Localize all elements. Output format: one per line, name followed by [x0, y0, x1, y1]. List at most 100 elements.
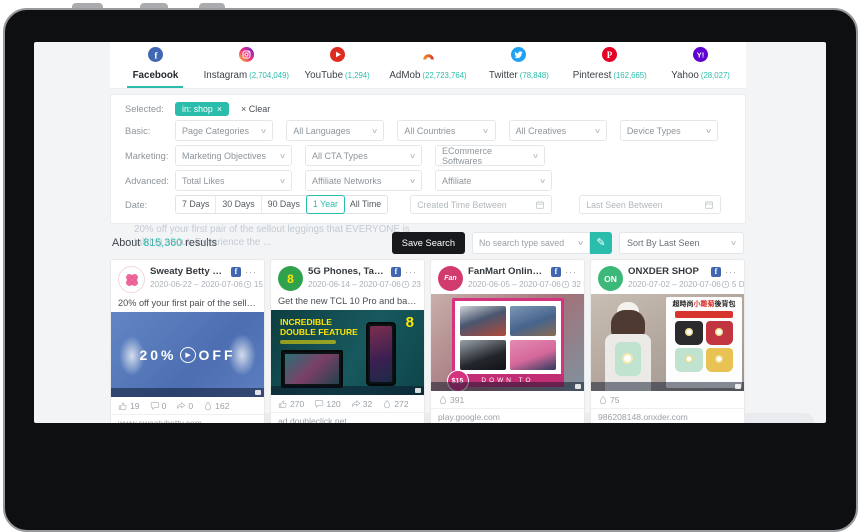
date-range-30-days[interactable]: 30 Days [216, 196, 261, 213]
select-languages[interactable]: All Languages∨ [286, 120, 384, 141]
filter-panel: Selected: in: shop× × Clear Basic: Page … [110, 94, 746, 224]
date-label: Date: [125, 200, 175, 210]
creative-headline: INCREDIBLE DOUBLE FEATURE [280, 318, 360, 337]
tab-pinterest[interactable]: P Pinterest(162,665) [564, 42, 655, 88]
date-range-90-days[interactable]: 90 Days [262, 196, 307, 213]
ad-domain[interactable]: www.sweatybetty.com [111, 415, 264, 423]
results-suffix: results [185, 237, 217, 249]
ad-creative-video[interactable]: 20% ▶ OFF [111, 312, 264, 397]
more-icon[interactable]: ··· [245, 269, 257, 275]
tab-yahoo[interactable]: Y! Yahoo(28,027) [655, 42, 746, 88]
chevron-down-icon: ∨ [532, 152, 539, 160]
ad-results-grid: Sweaty Betty London | Wom... f ··· 2020-… [110, 259, 746, 423]
tab-instagram[interactable]: Instagram(2,704,049) [201, 42, 292, 88]
results-bar: About 815,360 results Save Search No sea… [112, 231, 744, 254]
clock-icon [721, 280, 730, 289]
date-range-7-days[interactable]: 7 Days [176, 196, 216, 213]
saved-search-select[interactable]: No search type saved∨ [472, 232, 590, 254]
select-cta-types[interactable]: All CTA Types∨ [305, 145, 422, 166]
date-range: 2020-07-02 – 2020-07-06 [628, 280, 721, 289]
advertiser-name[interactable]: Sweaty Betty London | Wom... [150, 266, 227, 277]
ad-domain[interactable]: 986208148.onxder.com [591, 409, 744, 422]
headline-part: 超時尚 [673, 301, 694, 308]
advertiser-avatar[interactable]: ON [598, 266, 623, 291]
tab-count: (22,723,764) [422, 71, 466, 80]
tab-label: AdMob [389, 70, 420, 81]
select-page-categories[interactable]: Page Categories∨ [175, 120, 273, 141]
select-countries[interactable]: All Countries∨ [397, 120, 495, 141]
date-range-all-time[interactable]: All Time [344, 196, 387, 213]
comment-icon [314, 399, 324, 409]
select-creatives[interactable]: All Creatives∨ [509, 120, 607, 141]
sort-select[interactable]: Sort By Last Seen∨ [619, 232, 744, 254]
tab-twitter[interactable]: Twitter(78,848) [473, 42, 564, 88]
backpack-variant [706, 348, 734, 372]
advertiser-avatar[interactable]: Fan [438, 266, 463, 291]
ad-card: Sweaty Betty London | Wom... f ··· 2020-… [110, 259, 265, 423]
save-search-button[interactable]: Save Search [392, 232, 465, 254]
comment-count: 0 [162, 401, 167, 411]
heat-count: 272 [394, 399, 408, 409]
ad-creative[interactable]: INCREDIBLE DOUBLE FEATURE 8 [271, 310, 424, 395]
video-progress-bar [431, 382, 584, 391]
creative-text: OFF [199, 347, 236, 363]
tab-label: YouTube [305, 70, 344, 81]
chevron-down-icon: ∨ [409, 177, 416, 185]
share-icon [351, 399, 361, 409]
select-affiliate-networks[interactable]: Affiliate Networks∨ [305, 170, 422, 191]
share-count: 32 [363, 399, 373, 409]
tab-admob[interactable]: AdMob(22,723,764) [383, 42, 474, 88]
edit-saved-search-button[interactable]: ✎ [590, 232, 612, 254]
ad-card: ON ONXDER SHOP f ··· 2020-07-02 – 2020-0… [590, 259, 745, 423]
ad-creative[interactable]: DOWN TO $15 [431, 294, 584, 391]
headline-part: 後背包 [715, 301, 736, 308]
clear-filters-button[interactable]: × Clear [241, 104, 270, 114]
stats-row: 19 0 0 162 [111, 397, 264, 415]
select-value: All Countries [404, 126, 455, 136]
advertiser-avatar[interactable] [118, 266, 145, 293]
selected-label: Selected: [125, 104, 175, 114]
chevron-down-icon: ∨ [577, 239, 584, 247]
select-device-types[interactable]: Device Types∨ [620, 120, 718, 141]
ad-text: Get the new TCL 10 Pro and bag a free TC… [271, 294, 424, 310]
chevron-down-icon: ∨ [279, 152, 286, 160]
last-seen-input[interactable]: Last Seen Between [579, 195, 721, 214]
advertiser-name[interactable]: FanMart Online Shopping - F... [468, 266, 547, 277]
more-icon[interactable]: ··· [565, 269, 577, 275]
advertiser-name[interactable]: ONXDER SHOP [628, 266, 707, 277]
chevron-down-icon: ∨ [539, 177, 546, 185]
tab-youtube[interactable]: YouTube(1,294) [292, 42, 383, 88]
more-icon[interactable]: ··· [725, 269, 737, 275]
play-icon[interactable]: ▶ [180, 347, 196, 363]
advertiser-avatar[interactable]: 8 [278, 266, 303, 291]
product-collage: DOWN TO $15 [452, 298, 564, 387]
days-active: 23 Days [412, 280, 425, 289]
filter-chip-in-shop[interactable]: in: shop× [175, 102, 229, 116]
created-time-input[interactable]: Created Time Between [410, 195, 552, 214]
date-range-1-year[interactable]: 1 Year [306, 195, 345, 214]
select-ecommerce-softwares[interactable]: ECommerce Softwares∨ [435, 145, 545, 166]
tab-facebook[interactable]: f Facebook [110, 42, 201, 88]
creative-text: 20% [139, 347, 176, 363]
days-active: 5 Days [732, 280, 745, 289]
ad-creative[interactable]: 超時尚小雛菊後背包 [591, 294, 744, 391]
date-range: 2020-06-14 – 2020-07-06 [308, 280, 401, 289]
chevron-down-icon: ∨ [371, 127, 378, 135]
ad-card: 8 5G Phones, Tablets & SIMs | ... f ··· … [270, 259, 425, 423]
select-marketing-objectives[interactable]: Marketing Objectives∨ [175, 145, 292, 166]
chevron-down-icon: ∨ [279, 177, 286, 185]
more-icon[interactable]: ··· [405, 269, 417, 275]
ad-domain[interactable]: play.google.com [431, 409, 584, 422]
ad-card: Fan FanMart Online Shopping - F... f ···… [430, 259, 585, 423]
facebook-icon: f [148, 47, 163, 62]
backpack-variant [675, 348, 703, 372]
select-total-likes[interactable]: Total Likes∨ [175, 170, 292, 191]
select-affiliate[interactable]: Affiliate∨ [435, 170, 552, 191]
tab-count: (2,704,049) [249, 71, 289, 80]
svg-text:Y!: Y! [697, 51, 705, 60]
ad-domain[interactable]: ad.doubleclick.net [271, 413, 424, 423]
advertiser-name[interactable]: 5G Phones, Tablets & SIMs | ... [308, 266, 387, 277]
tv-graphic [281, 350, 343, 388]
close-icon[interactable]: × [217, 104, 222, 114]
facebook-icon: f [551, 267, 561, 277]
